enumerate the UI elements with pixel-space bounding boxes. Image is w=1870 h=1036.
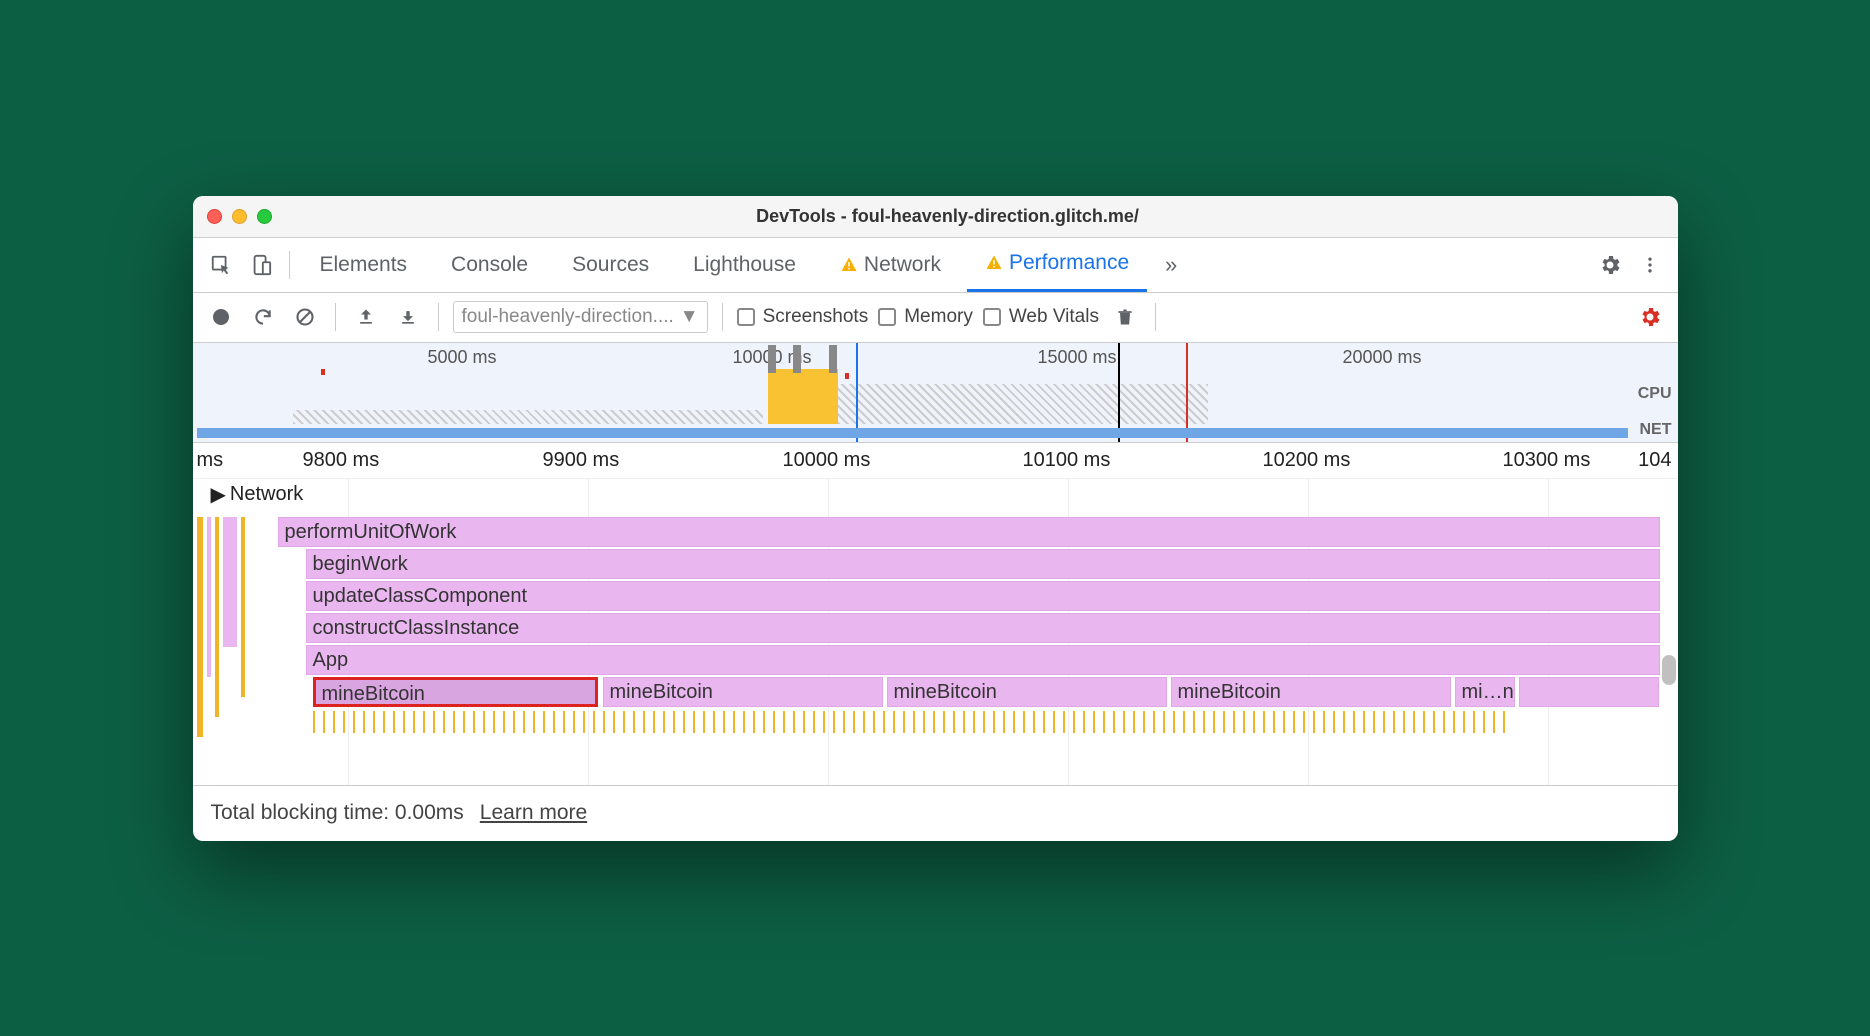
- ruler-tick: 10100 ms: [1023, 449, 1111, 472]
- zoomed-ruler[interactable]: ms 9800 ms 9900 ms 10000 ms 10100 ms 102…: [193, 443, 1678, 479]
- footer-bar: Total blocking time: 0.00ms Learn more: [193, 785, 1678, 841]
- cpu-activity-chart: [193, 384, 1628, 424]
- marker: [829, 345, 837, 373]
- device-toggle-icon[interactable]: [245, 249, 277, 281]
- flame-bar-minebitcoin[interactable]: mi…n: [1455, 677, 1515, 707]
- flame-slice[interactable]: [197, 517, 203, 737]
- tab-network[interactable]: Network: [822, 238, 959, 292]
- inspect-icon[interactable]: [205, 249, 237, 281]
- devtools-window: DevTools - foul-heavenly-direction.glitc…: [193, 196, 1678, 841]
- tab-lighthouse[interactable]: Lighthouse: [675, 238, 814, 292]
- warning-icon: [985, 254, 1003, 272]
- trash-icon[interactable]: [1109, 301, 1141, 333]
- cpu-track-label: CPU: [1638, 385, 1672, 403]
- time-label: 20000 ms: [1343, 347, 1422, 368]
- titlebar: DevTools - foul-heavenly-direction.glitc…: [193, 196, 1678, 238]
- gear-icon[interactable]: [1594, 249, 1626, 281]
- flame-ticks: [313, 711, 1660, 737]
- maximize-icon[interactable]: [257, 209, 272, 224]
- ruler-tick: 9900 ms: [543, 449, 620, 472]
- marker: [768, 345, 776, 373]
- flame-slice[interactable]: [223, 517, 237, 647]
- flame-slice[interactable]: [241, 517, 245, 697]
- webvitals-checkbox[interactable]: Web Vitals: [983, 306, 1099, 328]
- screenshots-checkbox[interactable]: Screenshots: [737, 306, 869, 328]
- memory-checkbox[interactable]: Memory: [878, 306, 973, 328]
- tab-performance[interactable]: Performance: [967, 238, 1147, 292]
- warning-icon: [840, 256, 858, 274]
- ruler-start: ms: [197, 449, 224, 472]
- flame-chart[interactable]: ▶ Network performUnitOfWork beginWork up…: [193, 479, 1678, 785]
- flame-bar-minebitcoin[interactable]: mineBitcoin: [887, 677, 1167, 707]
- checkbox-icon: [983, 308, 1001, 326]
- total-blocking-time: Total blocking time: 0.00ms: [211, 801, 464, 825]
- ruler-tick: 9800 ms: [303, 449, 380, 472]
- time-label: 15000 ms: [1038, 347, 1117, 368]
- settings-gear-icon[interactable]: [1634, 301, 1666, 333]
- flame-bar-minebitcoin[interactable]: mineBitcoin: [603, 677, 883, 707]
- marker: [321, 369, 325, 375]
- flame-slice[interactable]: [215, 517, 219, 717]
- net-track-label: NET: [1640, 421, 1672, 439]
- close-icon[interactable]: [207, 209, 222, 224]
- checkbox-icon: [737, 308, 755, 326]
- flame-bar-updateclasscomponent[interactable]: updateClassComponent: [306, 581, 1660, 611]
- flame-slice[interactable]: [1519, 677, 1659, 707]
- flame-bar-app[interactable]: App: [306, 645, 1660, 675]
- ruler-tick: 10300 ms: [1503, 449, 1591, 472]
- more-tabs-icon[interactable]: »: [1155, 249, 1187, 281]
- minimize-icon[interactable]: [232, 209, 247, 224]
- marker: [845, 373, 849, 379]
- tabs-bar: Elements Console Sources Lighthouse Netw…: [193, 238, 1678, 293]
- time-label: 5000 ms: [428, 347, 497, 368]
- scrollbar-thumb[interactable]: [1662, 655, 1676, 685]
- ruler-end: 104: [1638, 449, 1671, 472]
- flame-bar-minebitcoin-selected[interactable]: mineBitcoin: [313, 677, 598, 707]
- download-icon[interactable]: [392, 301, 424, 333]
- flame-bar-minebitcoin[interactable]: mineBitcoin: [1171, 677, 1451, 707]
- ruler-tick: 10200 ms: [1263, 449, 1351, 472]
- record-icon[interactable]: [205, 301, 237, 333]
- kebab-menu-icon[interactable]: [1634, 249, 1666, 281]
- flame-bar-performunitofwork[interactable]: performUnitOfWork: [278, 517, 1660, 547]
- flame-bar-constructclassinstance[interactable]: constructClassInstance: [306, 613, 1660, 643]
- chevron-down-icon: ▼: [680, 306, 699, 328]
- tab-console[interactable]: Console: [433, 238, 546, 292]
- timeline-overview[interactable]: 5000 ms 10000 ms 15000 ms 20000 ms CPU N…: [193, 343, 1678, 443]
- net-bar: [197, 428, 1628, 438]
- upload-icon[interactable]: [350, 301, 382, 333]
- chevron-right-icon: ▶: [211, 482, 226, 507]
- marker: [793, 345, 801, 373]
- performance-toolbar: foul-heavenly-direction.... ▼ Screenshot…: [193, 293, 1678, 343]
- window-title: DevTools - foul-heavenly-direction.glitc…: [292, 206, 1604, 227]
- ruler-tick: 10000 ms: [783, 449, 871, 472]
- tab-elements[interactable]: Elements: [302, 238, 426, 292]
- learn-more-link[interactable]: Learn more: [480, 801, 587, 825]
- traffic-lights: [207, 209, 272, 224]
- reload-icon[interactable]: [247, 301, 279, 333]
- checkbox-icon: [878, 308, 896, 326]
- network-track-header[interactable]: ▶ Network: [203, 479, 312, 510]
- flame-bar-beginwork[interactable]: beginWork: [306, 549, 1660, 579]
- flame-slice[interactable]: [207, 517, 211, 677]
- clear-icon[interactable]: [289, 301, 321, 333]
- profile-select[interactable]: foul-heavenly-direction.... ▼: [453, 301, 708, 333]
- tab-sources[interactable]: Sources: [554, 238, 667, 292]
